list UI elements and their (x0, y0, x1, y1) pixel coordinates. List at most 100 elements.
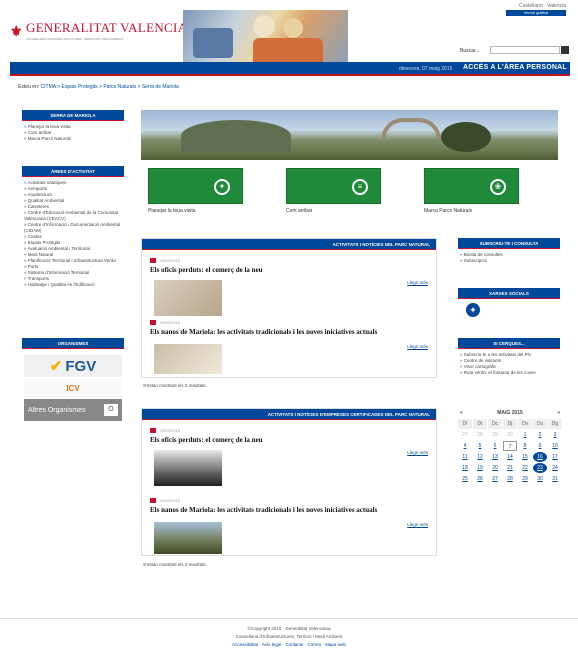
social-box: XARXES SOCIALS ✦ (458, 288, 560, 321)
fgv-logo[interactable]: ✔ FGV (24, 355, 122, 377)
twitter-icon[interactable]: ✦ (466, 303, 480, 317)
calendar-day[interactable]: 24 (548, 463, 562, 473)
read-more-link[interactable]: Llegir més (407, 450, 428, 455)
area-item[interactable]: Centre d'Informació i Documentació Ambie… (24, 222, 122, 234)
other-organisms-button[interactable]: Altres Organismes O (24, 399, 122, 421)
calendar-day-header: Dl (458, 419, 472, 429)
calendar-day[interactable]: 1 (518, 430, 532, 440)
park-banner-photo (141, 110, 558, 160)
news-image[interactable] (154, 522, 222, 554)
how-to-arrive-tile[interactable]: ≡ (286, 168, 381, 204)
news-title[interactable]: Els oficis perduts: el comerç de la neu (150, 436, 432, 444)
breadcrumb-path[interactable]: CITMA > Espais Protegits > Parcs Natural… (41, 84, 179, 90)
how-to-arrive-label[interactable]: Com arribar (286, 208, 312, 214)
coat-of-arms-icon: ⚜ (10, 22, 23, 39)
calendar-day: 28 (477, 432, 483, 438)
area-item[interactable]: Centre d'Educació Ambiental de la Comuni… (24, 210, 122, 222)
calendar-day[interactable]: 19 (473, 463, 487, 473)
calendar-day[interactable]: 28 (503, 474, 517, 484)
subscribe-item[interactable]: Subscripció (460, 258, 558, 264)
search-button[interactable] (561, 46, 569, 54)
calendar-day[interactable]: 2 (533, 430, 547, 440)
park-brand-label[interactable]: Marca Parcs Naturals (424, 208, 472, 214)
language-switch[interactable]: Castellano · Valencià (519, 3, 566, 9)
calendar-day[interactable]: 29 (518, 474, 532, 484)
calendar-day[interactable]: 20 (488, 463, 502, 473)
calendar-day[interactable]: 23 (533, 463, 547, 473)
organisms-box: ORGANISMES ✔ FGV ICV Altres Organismes O (22, 338, 124, 427)
calendar-day[interactable]: 13 (488, 452, 502, 462)
news-date: 10/02/2015 (150, 258, 432, 263)
news-section-title: ACTIVITATS I NOTÍCIES DEL PARC NATURAL (142, 239, 436, 250)
footer-link[interactable]: Mapa web (325, 642, 346, 647)
calendar-day[interactable]: 18 (458, 463, 472, 473)
footer-link[interactable]: Accessibilitat (232, 642, 258, 647)
organisms-title: ORGANISMES (22, 338, 124, 349)
calendar-day[interactable]: 6 (488, 441, 502, 451)
footer-link[interactable]: Contacte (285, 642, 303, 647)
news-image[interactable] (154, 344, 222, 374)
calendar-day: 27 (462, 432, 468, 438)
leaf-icon: ❀ (490, 179, 506, 195)
calendar-day[interactable]: 3 (548, 430, 562, 440)
calendar-day[interactable]: 31 (548, 474, 562, 484)
calendar-day[interactable]: 17 (548, 452, 562, 462)
icv-logo[interactable]: ICV (24, 379, 122, 397)
department: Conselleria d'Infraestructures, Territor… (235, 634, 343, 639)
search-input[interactable] (490, 46, 560, 54)
read-more-link[interactable]: Llegir més (407, 344, 428, 349)
personal-area-link[interactable]: ACCÉS A L'ÀREA PERSONAL (463, 64, 567, 71)
footer-link[interactable]: Correu (307, 642, 321, 647)
news-title[interactable]: Els oficis perduts: el comerç de la neu (150, 266, 432, 274)
calendar-day[interactable]: 26 (473, 474, 487, 484)
gva-logo[interactable]: ⚜ GENERALITAT VALENCIANA CONSELLERIA D'I… (10, 20, 207, 41)
area-item[interactable]: Planificació Territorial i Infraestructu… (24, 258, 122, 264)
circle-icon: O (104, 404, 118, 416)
calendar-day[interactable]: 27 (488, 474, 502, 484)
icv-label: ICV (66, 383, 80, 393)
calendar-day-header: Dj (503, 419, 517, 429)
signpost-icon: ≡ (352, 179, 368, 195)
calendar-day[interactable]: 15 (518, 452, 532, 462)
current-date: dimecres, 07 maig 2015 (399, 66, 453, 72)
results-count: S'estan mostrant els 2 resultats. (143, 383, 207, 388)
calendar-day[interactable]: 14 (503, 452, 517, 462)
news-title[interactable]: Els nanos de Mariola: les activitats tra… (150, 328, 432, 336)
read-more-link[interactable]: Llegir més (407, 522, 428, 527)
fgv-label: FGV (65, 357, 97, 375)
logo-subtitle: CONSELLERIA D'INFRAESTRUCTURES, TERRITOR… (26, 37, 124, 41)
logo-name: GENERALITAT VALENCIANA (26, 20, 207, 35)
results-count: S'estan mostrant els 2 resultats. (143, 562, 207, 567)
graphic-version-button[interactable]: Versió gràfica (506, 10, 566, 16)
plan-visit-tile[interactable]: ✦ (148, 168, 243, 204)
news-title[interactable]: Els nanos de Mariola: les activitats tra… (150, 506, 432, 514)
calendar-next-button[interactable]: » (557, 410, 560, 416)
news-image[interactable] (154, 280, 222, 316)
calendar-day[interactable]: 12 (473, 452, 487, 462)
search-suggestion[interactable]: Ruta verda: el fontanar de les coves (460, 370, 558, 376)
read-more-link[interactable]: Llegir més (407, 280, 428, 285)
footer-link[interactable]: Avís legal (262, 642, 281, 647)
calendar-day[interactable]: 5 (473, 441, 487, 451)
calendar-day[interactable]: 21 (503, 463, 517, 473)
calendar-day[interactable]: 25 (458, 474, 472, 484)
calendar-day[interactable]: 22 (518, 463, 532, 473)
calendar-day[interactable]: 16 (533, 452, 547, 462)
calendar-day: 29 (492, 432, 498, 438)
search-label: Buscar... (460, 48, 480, 54)
news-date: 23/02/2015 (150, 320, 432, 325)
calendar-day[interactable]: 30 (533, 474, 547, 484)
area-item[interactable]: Habitatge i Qualitat en l'Edificació (24, 282, 122, 288)
calendar-prev-button[interactable]: « (460, 410, 463, 416)
calendar-day[interactable]: 8 (518, 441, 532, 451)
news-item: 10/02/2015 Els oficis perduts: el comerç… (150, 428, 432, 486)
calendar-day[interactable]: 4 (458, 441, 472, 451)
park-brand-tile[interactable]: ❀ (424, 168, 519, 204)
calendar-day[interactable]: 10 (548, 441, 562, 451)
park-menu-item[interactable]: Marca Parcs Naturals (24, 136, 122, 142)
calendar-day[interactable]: 9 (533, 441, 547, 451)
plan-visit-label[interactable]: Planejar la teua visita (148, 208, 196, 214)
news-image[interactable] (154, 450, 222, 486)
calendar-day[interactable]: 11 (458, 452, 472, 462)
calendar-day[interactable]: 7 (503, 441, 517, 451)
